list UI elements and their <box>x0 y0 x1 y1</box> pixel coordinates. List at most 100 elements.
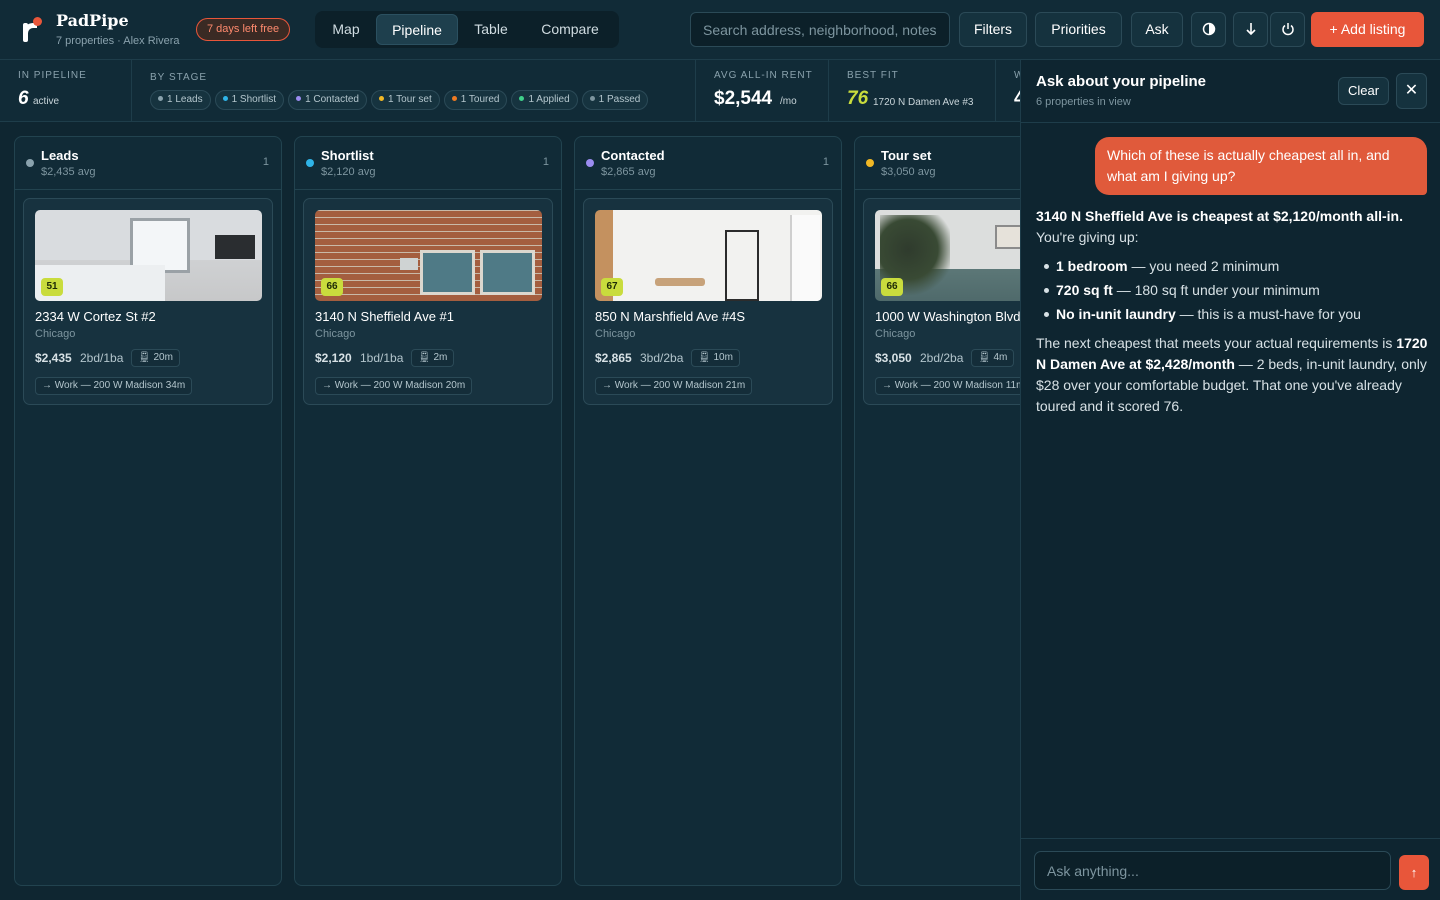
half-circle-icon[interactable] <box>1191 12 1226 47</box>
listing-city: Chicago <box>875 328 916 340</box>
column-title: Contacted <box>601 148 665 163</box>
ask-panel-header: Ask about your pipeline 6 properties in … <box>1021 60 1440 123</box>
clear-button[interactable]: Clear <box>1338 77 1389 105</box>
stage-chip-shortlist[interactable]: 1 Shortlist <box>214 90 285 110</box>
listing-beds: 2bd/1ba <box>80 351 124 365</box>
train-icon: 🚆︎ <box>138 352 151 363</box>
listing-photo: 67 <box>595 210 822 301</box>
stat-label: BY STAGE <box>150 72 208 83</box>
stage-dot <box>296 96 302 101</box>
transit-badge: 🚆︎ 20m <box>131 349 180 367</box>
stage-chip-applied[interactable]: 1 Applied <box>511 90 578 110</box>
listing-address: 2334 W Cortez St #2 <box>35 309 156 324</box>
stage-dot <box>451 96 457 101</box>
tradeoff-list: 1 bedroom — you need 2 minimum 720 sq ft… <box>1042 256 1428 325</box>
list-item: 720 sq ft — 180 sq ft under your minimum <box>1042 280 1428 301</box>
stage-chip-leads[interactable]: 1 Leads <box>150 90 211 110</box>
filters-button[interactable]: Filters <box>959 12 1027 47</box>
commute-badge: → Work — 200 W Madison 11m <box>875 377 1032 395</box>
listing-price: $2,120 <box>315 351 352 365</box>
train-icon: 🚆︎ <box>418 352 431 363</box>
brand-name: PadPipe <box>56 11 129 30</box>
listing-card[interactable]: 67 850 N Marshfield Ave #4S Chicago $2,8… <box>583 198 833 405</box>
stage-dot <box>26 159 34 167</box>
close-icon[interactable]: ✕ <box>1396 73 1427 109</box>
stat-value: 6 <box>18 88 29 109</box>
stage-chip-passed[interactable]: 1 Passed <box>581 90 649 110</box>
listing-photo: 66 <box>315 210 542 301</box>
listing-beds: 2bd/2ba <box>920 351 964 365</box>
column-count: 1 <box>542 156 549 168</box>
column-avg: $2,120 avg <box>321 166 376 178</box>
commute-badge: → Work — 200 W Madison 34m <box>35 377 193 395</box>
ask-input[interactable] <box>1034 851 1391 890</box>
fit-score-badge: 51 <box>41 278 63 296</box>
listing-beds: 1bd/1ba <box>360 351 404 365</box>
transit-badge: 🚆︎ 10m <box>691 349 740 367</box>
arrow-up-icon[interactable]: ↑ <box>1399 855 1429 890</box>
arrow-down-icon[interactable] <box>1233 12 1268 47</box>
stage-dot <box>222 96 228 101</box>
transit-badge: 🚆︎ 4m <box>971 349 1015 367</box>
assistant-message: 3140 N Sheffield Ave is cheapest at $2,1… <box>1036 206 1428 417</box>
listing-price: $2,435 <box>35 351 72 365</box>
top-bar: PadPipe 7 properties · Alex Rivera 7 day… <box>0 0 1440 60</box>
transit-badge: 🚆︎ 2m <box>411 349 455 367</box>
column-avg: $2,435 avg <box>41 166 96 178</box>
stat-in-pipeline: IN PIPELINE 6 active <box>0 60 132 122</box>
list-item: No in-unit laundry — this is a must-have… <box>1042 304 1428 325</box>
stat-label: AVG ALL-IN RENT <box>714 70 813 81</box>
stage-chip-toured[interactable]: 1 Toured <box>443 90 508 110</box>
stat-label: IN PIPELINE <box>18 70 87 81</box>
stage-dot <box>519 96 525 101</box>
listing-card[interactable]: 66 3140 N Sheffield Ave #1 Chicago $2,12… <box>303 198 553 405</box>
column-shortlist: Shortlist $2,120 avg 1 66 3140 N Sheffie… <box>294 136 562 886</box>
train-icon: 🚆︎ <box>978 352 991 363</box>
column-avg: $3,050 avg <box>881 166 936 178</box>
listing-city: Chicago <box>315 328 356 340</box>
user-message: Which of these is actually cheapest all … <box>1095 137 1427 195</box>
search-input[interactable] <box>690 12 950 47</box>
tab-table[interactable]: Table <box>460 14 522 45</box>
column-title: Tour set <box>881 148 932 163</box>
column-header: Shortlist $2,120 avg 1 <box>295 137 561 190</box>
list-item: 1 bedroom — you need 2 minimum <box>1042 256 1428 277</box>
commute-badge: → Work — 200 W Madison 20m <box>315 377 473 395</box>
stage-dot <box>306 159 314 167</box>
stat-suffix: active <box>33 96 60 107</box>
power-icon[interactable] <box>1270 12 1305 47</box>
column-title: Leads <box>41 148 79 163</box>
column-count: 1 <box>822 156 829 168</box>
stage-dot <box>158 96 163 101</box>
column-title: Shortlist <box>321 148 374 163</box>
listing-photo: 51 <box>35 210 262 301</box>
stage-dot <box>866 159 874 167</box>
stat-address[interactable]: 1720 N Damen Ave #3 <box>873 97 973 108</box>
listing-address: 850 N Marshfield Ave #4S <box>595 309 746 324</box>
stage-chips: 1 Leads 1 Shortlist 1 Contacted 1 Tour set 1… <box>150 89 652 110</box>
ask-composer: ↑ <box>1021 838 1440 900</box>
trial-badge[interactable]: 7 days left free <box>196 18 291 41</box>
stat-value: 76 <box>847 88 869 109</box>
brand-subtitle: 7 properties · Alex Rivera <box>56 35 180 47</box>
stat-label: BEST FIT <box>847 70 899 81</box>
stat-avg-rent: AVG ALL-IN RENT $2,544 /mo <box>696 60 829 122</box>
add-listing-button[interactable]: + Add listing <box>1311 12 1424 47</box>
ask-panel: Ask about your pipeline 6 properties in … <box>1020 60 1440 900</box>
answer-headline: 3140 N Sheffield Ave is cheapest at $2,1… <box>1036 208 1403 224</box>
tab-pipeline[interactable]: Pipeline <box>376 14 458 45</box>
priorities-button[interactable]: Priorities <box>1035 12 1122 47</box>
ask-button[interactable]: Ask <box>1131 12 1183 47</box>
tab-map[interactable]: Map <box>318 14 374 45</box>
listing-price: $3,050 <box>875 351 912 365</box>
stage-chip-contacted[interactable]: 1 Contacted <box>288 90 367 110</box>
stage-dot <box>379 96 384 101</box>
listing-city: Chicago <box>35 328 76 340</box>
tab-compare[interactable]: Compare <box>524 14 616 45</box>
listing-card[interactable]: 51 2334 W Cortez St #2 Chicago $2,435 2b… <box>23 198 273 405</box>
column-leads: Leads $2,435 avg 1 51 2334 W Cortez St #… <box>14 136 282 886</box>
padpipe-logo-icon[interactable] <box>20 16 44 44</box>
column-count: 1 <box>262 156 269 168</box>
stage-chip-tour-set[interactable]: 1 Tour set <box>371 90 440 110</box>
ask-panel-title: Ask about your pipeline <box>1036 73 1207 90</box>
